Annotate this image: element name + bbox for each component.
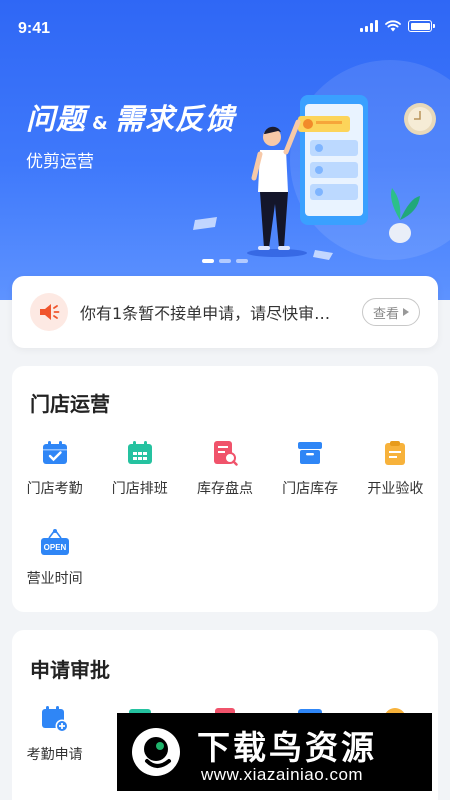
menu-item-label: 开业验收 [367,481,424,497]
menu-item-store-inventory[interactable]: 门店库存 [268,426,353,516]
menu-item-stocktaking[interactable]: 库存盘点 [182,426,267,516]
bird-logo-icon [132,728,180,776]
menu-item-label: 营业时间 [26,571,83,587]
notice-text: 你有1条暂不接单申请，请尽快审… [80,304,331,323]
watermark-overlay: 下载鸟资源 www.xiazainiao.com [117,713,432,791]
hero-banner[interactable]: 9:41 问题 & 需求反馈 优剪运营 [0,0,450,300]
view-button[interactable]: 查看 [362,298,420,326]
menu-item-opening-acceptance[interactable]: 开业验收 [353,426,438,516]
menu-item-attendance-request[interactable]: 考勤申请 [12,692,97,782]
status-icons [360,20,435,32]
calendar-plus-icon [40,704,70,734]
clipboard-icon [380,438,410,468]
watermark-title: 下载鸟资源 [197,728,377,767]
status-time: 9:41 [18,20,51,37]
wifi-icon [385,20,401,32]
menu-item-label: 门店排班 [111,481,168,497]
banner-subtitle: 优剪运营 [26,152,94,172]
open-sign-icon: OPEN [40,528,70,558]
battery-icon [408,20,435,32]
menu-item-store-scheduling[interactable]: 门店排班 [97,426,182,516]
store-ops-card: 门店运营 门店考勤 门店排班 库存盘点 门店库存 开业验收 OPEN 营业时间 [12,366,438,612]
menu-item-label: 考勤申请 [26,747,83,763]
document-search-icon [210,438,240,468]
carousel-dot[interactable] [202,259,214,263]
store-ops-grid: 门店考勤 门店排班 库存盘点 门店库存 开业验收 OPEN 营业时间 [12,426,438,606]
carousel-dots[interactable] [202,259,248,263]
svg-text:OPEN: OPEN [43,543,66,552]
notice-bar[interactable]: 你有1条暂不接单申请，请尽快审… 查看 [12,276,438,348]
carousel-dot[interactable] [236,259,248,263]
status-bar: 9:41 [0,0,450,56]
calendar-check-icon [40,438,70,468]
view-button-label: 查看 [372,306,399,322]
menu-item-label: 门店考勤 [26,481,83,497]
watermark-url: www.xiazainiao.com [201,765,364,784]
play-arrow-icon [403,308,409,316]
menu-item-store-attendance[interactable]: 门店考勤 [12,426,97,516]
inventory-box-icon [295,438,325,468]
calendar-grid-icon [125,438,155,468]
menu-item-business-hours[interactable]: OPEN 营业时间 [12,516,97,606]
section-title-store-ops: 门店运营 [30,392,110,416]
carousel-dot[interactable] [219,259,231,263]
signal-icon [360,20,378,32]
menu-item-label: 库存盘点 [196,481,253,497]
menu-item-label: 门店库存 [282,481,339,497]
megaphone-icon [30,293,68,331]
feedback-illustration-icon [193,95,436,260]
section-title-approval: 申请审批 [30,658,110,682]
